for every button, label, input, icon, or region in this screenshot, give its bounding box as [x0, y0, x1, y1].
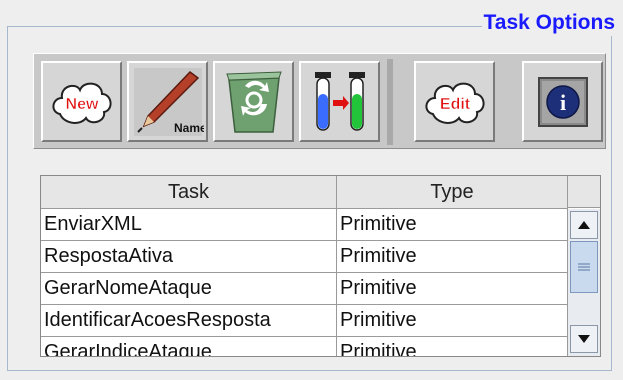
type-cell[interactable]: Primitive	[337, 209, 568, 240]
recycle-bin-icon	[225, 70, 282, 133]
scroll-down-button[interactable]	[570, 325, 598, 353]
table-row[interactable]: GerarIndiceAtaque Primitive	[41, 337, 568, 356]
table-row[interactable]: EnviarXML Primitive	[41, 209, 568, 241]
info-button[interactable]: i	[522, 61, 603, 142]
type-cell[interactable]: Primitive	[337, 241, 568, 272]
test-task-button[interactable]	[299, 61, 380, 142]
arrow-down-icon	[578, 335, 590, 343]
table-header-corner	[567, 176, 600, 208]
task-table: Task Type EnviarXML Primitive RespostaAt…	[40, 175, 601, 357]
table-row[interactable]: GerarNomeAtaque Primitive	[41, 273, 568, 305]
task-cell[interactable]: IdentificarAcoesResposta	[41, 305, 337, 336]
new-task-button[interactable]: New	[41, 61, 122, 142]
task-cell[interactable]: GerarNomeAtaque	[41, 273, 337, 304]
scroll-up-button[interactable]	[570, 211, 598, 239]
table-rows: EnviarXML Primitive RespostaAtiva Primit…	[41, 209, 568, 356]
delete-task-button[interactable]	[213, 61, 294, 142]
toolbar-separator	[387, 59, 393, 145]
rename-task-button[interactable]: Name	[127, 61, 208, 142]
new-cloud-icon: New	[52, 82, 111, 124]
table-row[interactable]: RespostaAtiva Primitive	[41, 241, 568, 273]
rename-pencil-icon: Name	[133, 67, 204, 136]
rename-label: Name	[174, 121, 204, 135]
arrow-up-icon	[578, 221, 590, 229]
task-cell[interactable]: EnviarXML	[41, 209, 337, 240]
task-toolbar: New Name Edit i	[33, 53, 606, 149]
column-header-task[interactable]: Task	[41, 176, 337, 208]
grip-icon	[578, 263, 590, 271]
edit-label: Edit	[439, 96, 470, 113]
info-icon: i	[537, 76, 588, 127]
info-label: i	[559, 90, 565, 115]
task-cell[interactable]: GerarIndiceAtaque	[41, 337, 337, 356]
scroll-thumb[interactable]	[570, 241, 598, 293]
new-label: New	[65, 96, 98, 113]
panel-title: Task Options	[481, 10, 617, 36]
task-cell[interactable]: RespostaAtiva	[41, 241, 337, 272]
type-cell[interactable]: Primitive	[337, 273, 568, 304]
vertical-scrollbar[interactable]	[567, 209, 600, 356]
edit-task-button[interactable]: Edit	[414, 61, 495, 142]
table-header: Task Type	[41, 176, 568, 209]
edit-cloud-icon: Edit	[425, 82, 484, 124]
type-cell[interactable]: Primitive	[337, 337, 568, 356]
test-tubes-icon	[314, 71, 365, 131]
column-header-type[interactable]: Type	[337, 176, 568, 208]
table-row[interactable]: IdentificarAcoesResposta Primitive	[41, 305, 568, 337]
type-cell[interactable]: Primitive	[337, 305, 568, 336]
